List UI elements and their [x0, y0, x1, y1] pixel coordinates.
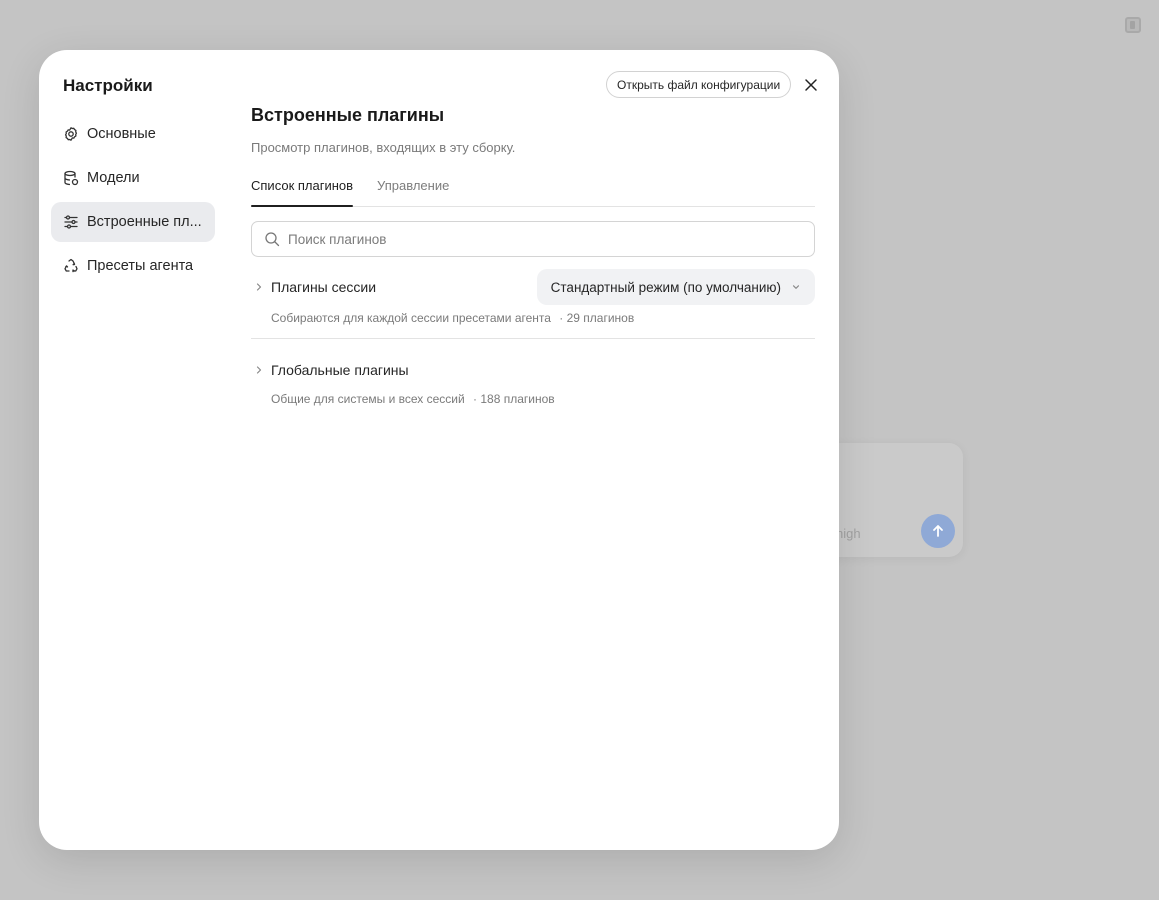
group-meta: Общие для системы и всех сессий · 188 пл…	[251, 392, 815, 406]
content-panel: Встроенные плагины Просмотр плагинов, вх…	[251, 105, 815, 406]
group-count: · 188 плагинов	[473, 392, 555, 406]
chevron-right-icon[interactable]	[253, 364, 265, 376]
arrow-up-icon	[933, 525, 943, 537]
nav-item-agent-presets[interactable]: Пресеты агента	[51, 246, 215, 286]
nav-item-label: Модели	[87, 170, 140, 186]
mode-select[interactable]: Стандартный режим (по умолчанию)	[536, 269, 815, 305]
open-config-file-button[interactable]: Открыть файл конфигурации	[606, 71, 792, 98]
nav-item-builtin-plugins[interactable]: Встроенные пл...	[51, 202, 215, 242]
nav-item-models[interactable]: Модели	[51, 158, 215, 198]
group-count: · 29 плагинов	[559, 311, 635, 325]
reasoning-selector[interactable]: high	[836, 526, 861, 541]
search-box	[251, 221, 815, 257]
group-meta: Собираются для каждой сессии пресетами а…	[251, 311, 815, 325]
sidebar-toggle-icon[interactable]	[1125, 17, 1141, 33]
settings-modal: Настройки Основные Модели Встроенные пл.…	[39, 50, 839, 850]
group-name[interactable]: Плагины сессии	[271, 279, 376, 295]
search-icon	[264, 231, 280, 247]
mode-select-value: Стандартный режим (по умолчанию)	[550, 279, 781, 295]
search-input[interactable]	[288, 231, 814, 247]
plugin-group-session: Плагины сессии Стандартный режим (по умо…	[251, 269, 815, 339]
tab-management[interactable]: Управление	[377, 176, 449, 206]
send-button[interactable]	[921, 514, 955, 548]
nav-item-general[interactable]: Основные	[51, 114, 215, 154]
close-button[interactable]	[801, 75, 821, 95]
page-title: Встроенные плагины	[251, 105, 445, 125]
database-icon	[63, 170, 79, 186]
nav-item-label: Пресеты агента	[87, 258, 194, 274]
plugin-group-global: Глобальные плагины Общие для системы и в…	[251, 352, 815, 406]
gear-icon	[63, 126, 79, 142]
chevron-down-icon	[791, 282, 801, 292]
nav-item-label: Основные	[87, 126, 156, 142]
chevron-right-icon[interactable]	[253, 281, 265, 293]
recycle-icon	[63, 258, 79, 274]
settings-nav: Основные Модели Встроенные пл... Пресеты…	[51, 114, 215, 290]
close-icon	[805, 79, 817, 91]
divider	[251, 338, 815, 339]
tab-plugin-list[interactable]: Список плагинов	[251, 176, 354, 207]
modal-title: Настройки	[63, 76, 153, 95]
group-description: Собираются для каждой сессии пресетами а…	[271, 311, 551, 325]
group-name[interactable]: Глобальные плагины	[271, 362, 409, 378]
nav-item-label: Встроенные пл...	[87, 214, 202, 230]
tab-bar: Список плагинов Управление	[251, 176, 815, 207]
page-subtitle: Просмотр плагинов, входящих в эту сборку…	[251, 140, 516, 155]
group-description: Общие для системы и всех сессий	[271, 392, 465, 406]
sliders-icon	[63, 214, 79, 230]
